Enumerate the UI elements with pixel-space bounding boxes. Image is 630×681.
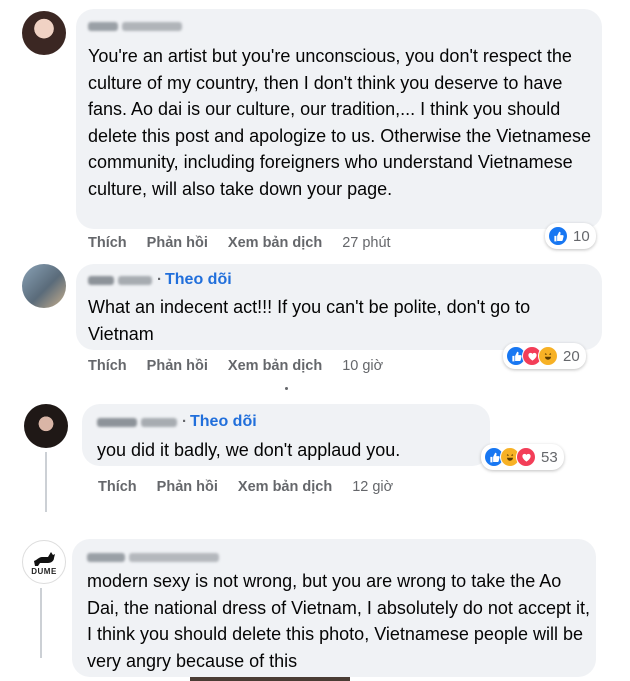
commenter-name[interactable] (87, 548, 223, 565)
reaction-summary[interactable]: 53 (481, 444, 564, 470)
reaction-summary[interactable]: 20 (503, 343, 586, 369)
comment-text: What an indecent act!!! If you can't be … (88, 297, 531, 344)
commenter-name[interactable] (88, 17, 186, 34)
haha-reaction-icon (538, 346, 558, 366)
like-action[interactable]: Thích (88, 358, 127, 374)
reply-action[interactable]: Phản hồi (157, 479, 218, 495)
avatar-label: DUME (31, 567, 57, 576)
comment-text: You're an artist but you're unconscious,… (88, 46, 591, 199)
separator-dot (285, 387, 288, 390)
translate-action[interactable]: Xem bản dịch (228, 235, 322, 251)
cat-logo-icon (34, 552, 55, 566)
reaction-summary[interactable]: 10 (545, 223, 596, 249)
timestamp[interactable]: 12 giờ (352, 479, 393, 495)
timestamp[interactable]: 27 phút (342, 235, 390, 251)
thread-line (45, 452, 47, 512)
avatar[interactable]: DUME (22, 540, 66, 584)
reply-action[interactable]: Phản hồi (147, 235, 208, 251)
reply-action[interactable]: Phản hồi (147, 358, 208, 374)
follow-link[interactable]: Theo dõi (165, 271, 232, 288)
reaction-count: 20 (563, 347, 580, 365)
like-action[interactable]: Thích (88, 235, 127, 251)
love-reaction-icon (516, 447, 536, 467)
comment-text: you did it badly, we don't applaud you. (97, 440, 401, 460)
avatar[interactable] (22, 264, 66, 308)
commenter-name[interactable]: · Theo dõi (97, 413, 257, 431)
follow-link[interactable]: Theo dõi (190, 413, 257, 430)
like-action[interactable]: Thích (98, 479, 137, 495)
comment-actions: Thích Phản hồi Xem bản dịch 10 giờ (88, 358, 403, 374)
avatar[interactable] (24, 404, 68, 448)
translate-action[interactable]: Xem bản dịch (228, 358, 322, 374)
commenter-name[interactable]: · Theo dõi (88, 271, 232, 289)
comment-text: modern sexy is not wrong, but you are wr… (87, 571, 590, 671)
reaction-count: 10 (573, 227, 590, 245)
reaction-count: 53 (541, 448, 558, 466)
avatar[interactable] (22, 11, 66, 55)
like-reaction-icon (548, 226, 568, 246)
thread-line (40, 588, 42, 658)
translate-action[interactable]: Xem bản dịch (238, 479, 332, 495)
comment-actions: Thích Phản hồi Xem bản dịch 12 giờ (98, 479, 413, 495)
image-edge (190, 677, 350, 681)
comment-actions: Thích Phản hồi Xem bản dịch 27 phút (88, 235, 411, 251)
timestamp[interactable]: 10 giờ (342, 358, 383, 374)
